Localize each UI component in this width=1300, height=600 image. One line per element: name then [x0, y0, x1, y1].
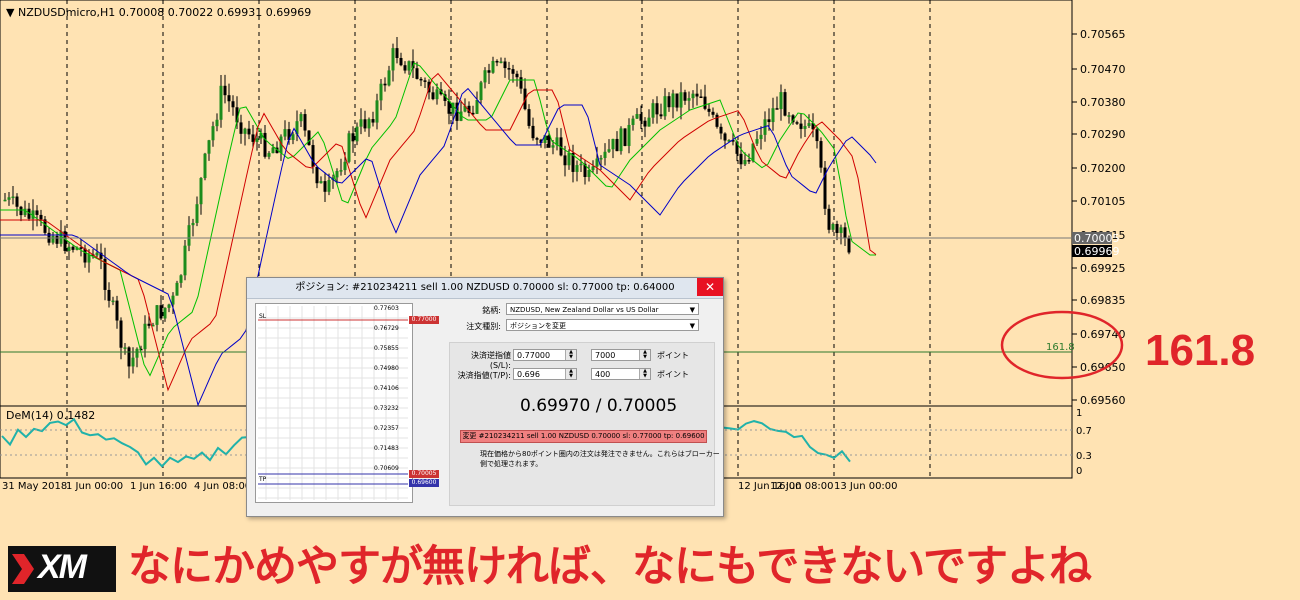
- time-tick: 1 Jun 16:00: [130, 481, 187, 492]
- symbol-select[interactable]: NZDUSD, New Zealand Dollar vs US Dollar ▼: [506, 303, 699, 315]
- symbol-value: NZDUSD, New Zealand Dollar vs US Dollar: [510, 306, 659, 314]
- dem-tick: 0.3: [1076, 451, 1092, 462]
- tp-input-value: 0.696: [517, 370, 540, 379]
- current-price-tag-mini: 0.70005: [409, 470, 439, 478]
- dem-tick: 1: [1076, 408, 1082, 419]
- price-tick: 0.69650: [1080, 361, 1126, 374]
- xm-logo-text: XM: [38, 548, 87, 586]
- price-tick: 0.69835: [1080, 294, 1126, 307]
- spin-icon[interactable]: ▲ ▼: [639, 350, 650, 360]
- time-tick: 31 May 2018: [2, 481, 67, 492]
- xm-logo: XM: [8, 546, 116, 592]
- price-axis: 0.70565 0.70470 0.70380 0.70290 0.70200 0.701…: [1072, 28, 1126, 407]
- mini-price-tick: 0.72357: [374, 425, 399, 432]
- dem-title: DeM(14) 0.1482: [6, 409, 95, 422]
- order-type-select[interactable]: ポジションを変更 ▼: [506, 319, 699, 331]
- caption-text: なにかめやすが無ければ、なにもできないですよね: [128, 542, 1092, 592]
- tp-input[interactable]: 0.696 ▲ ▼: [513, 368, 577, 380]
- time-tick: 13 Jun 00:00: [834, 481, 898, 492]
- mini-price-tick: 0.77603: [374, 305, 399, 312]
- chart-title-text: NZDUSDmicro,H1 0.70008 0.70022 0.69931 0…: [18, 6, 311, 19]
- bid-ask-display: 0.69970 / 0.70005: [520, 396, 678, 416]
- dem-tick: 0.7: [1076, 426, 1092, 437]
- dialog-note: 現在価格から80ポイント圏内の注文は発注できません。これらはブローカー側で処理さ…: [480, 450, 720, 468]
- tp-points-unit: ポイント: [657, 370, 689, 379]
- chart-title: ▼ NZDUSDmicro,H1 0.70008 0.70022 0.69931…: [6, 6, 311, 19]
- mini-price-tick: 0.70609: [374, 465, 399, 472]
- symbol-label: 銘柄:: [482, 306, 501, 315]
- price-tick: 0.70105: [1080, 195, 1126, 208]
- price-tick: 0.69925: [1080, 262, 1126, 275]
- mini-price-chart: SL TP 0.77603 0.76729 0.75855 0.74980 0.7410…: [255, 303, 413, 503]
- sl-label: 決済逆指値(S/L):: [471, 351, 511, 370]
- sl-price-tag: 0.77000: [409, 316, 439, 324]
- fib-level-label: 161.8: [1046, 342, 1075, 353]
- tp-tag: TP: [258, 476, 267, 483]
- sl-input-value: 0.77000: [517, 351, 551, 360]
- mini-price-tick: 0.74106: [374, 385, 399, 392]
- sl-input[interactable]: 0.77000 ▲ ▼: [513, 349, 577, 361]
- sl-points-input[interactable]: 7000 ▲ ▼: [591, 349, 651, 361]
- mini-price-tick: 0.76729: [374, 325, 399, 332]
- time-tick: 4 Jun 08:00: [194, 481, 251, 492]
- price-tick: 0.70470: [1080, 63, 1126, 76]
- price-tick: 0.70290: [1080, 128, 1126, 141]
- spin-icon[interactable]: ▲ ▼: [639, 369, 650, 379]
- sl-points-value: 7000: [595, 351, 616, 360]
- sl-points-unit: ポイント: [657, 351, 689, 360]
- fib-annotation: 161.8: [1145, 326, 1256, 375]
- dialog-title: ポジション: #210234211 sell 1.00 NZDUSD 0.700…: [247, 278, 723, 299]
- price-tick: 0.70565: [1080, 28, 1126, 41]
- sl-tag: SL: [259, 313, 267, 320]
- tp-label: 決済指値(T/P):: [457, 371, 511, 380]
- tp-price-tag: 0.69600: [409, 479, 439, 487]
- dem-tick: 0: [1076, 466, 1082, 477]
- bid-price-tag-text: 0.69969: [1074, 245, 1120, 258]
- mini-price-tick: 0.74980: [374, 365, 399, 372]
- mini-price-tick: 0.71483: [374, 445, 399, 452]
- price-tick: 0.70200: [1080, 162, 1126, 175]
- mini-price-tick: 0.75855: [374, 345, 399, 352]
- time-tick: 1 Jun 00:00: [66, 481, 123, 492]
- close-button[interactable]: ✕: [697, 278, 723, 296]
- chevron-down-icon: ▼: [689, 322, 695, 330]
- tp-points-input[interactable]: 400 ▲ ▼: [591, 368, 651, 380]
- chevron-down-icon: ▼: [689, 306, 695, 314]
- mini-price-tick: 0.73232: [374, 405, 399, 412]
- current-price-tag-text: 0.70005: [1074, 232, 1120, 245]
- modify-button[interactable]: 変更 #210234211 sell 1.00 NZDUSD 0.70000 s…: [460, 430, 707, 443]
- order-type-value: ポジションを変更: [510, 322, 566, 330]
- time-tick: 12 Jun 08:00: [770, 481, 834, 492]
- price-tick: 0.70380: [1080, 96, 1126, 109]
- price-tick: 0.69560: [1080, 394, 1126, 407]
- spin-icon[interactable]: ▲ ▼: [565, 350, 576, 360]
- order-type-label: 注文種別:: [466, 322, 501, 331]
- tp-points-value: 400: [595, 370, 611, 379]
- spin-icon[interactable]: ▲ ▼: [565, 369, 576, 379]
